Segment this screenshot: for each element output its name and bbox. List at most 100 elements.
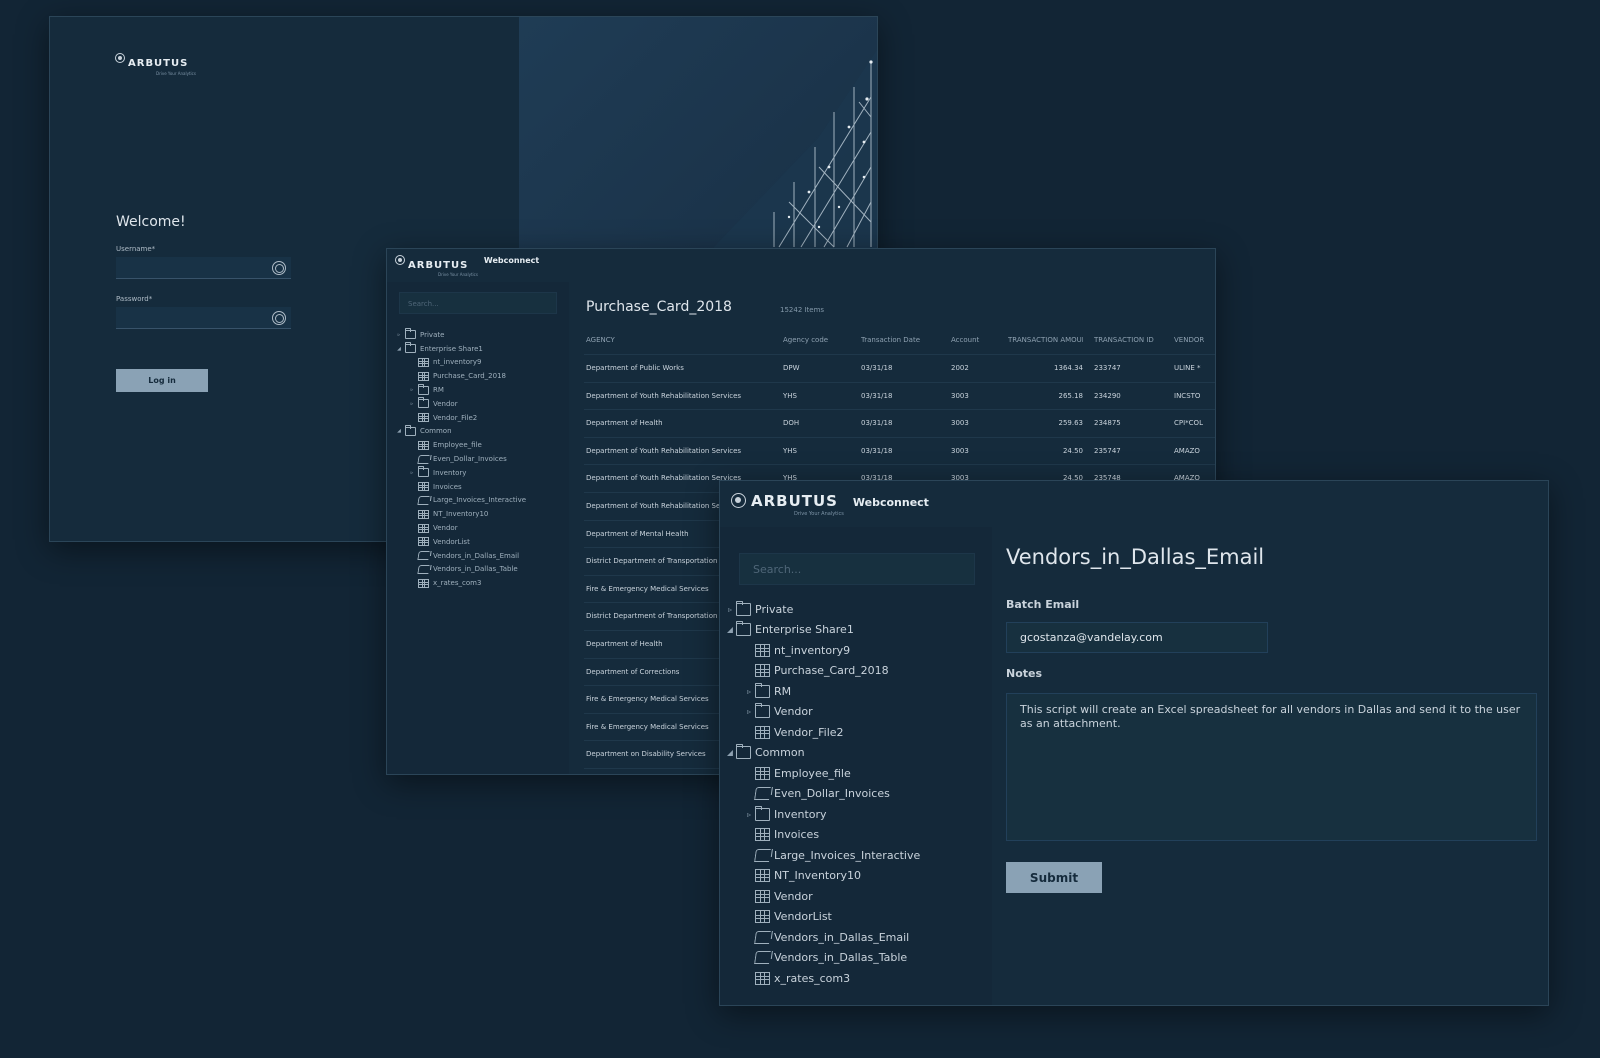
expand-toggle-icon[interactable]: ▹ <box>406 387 418 393</box>
folder-icon <box>736 600 751 616</box>
login-button[interactable]: Log in <box>116 369 208 392</box>
script-icon <box>417 551 430 561</box>
tree-item[interactable]: Large_Invoices_Interactive <box>393 494 526 508</box>
tree-item[interactable]: x_rates_com3 <box>724 968 920 989</box>
expand-toggle-icon[interactable]: ◢ <box>724 625 736 634</box>
tree-item[interactable]: Large_Invoices_Interactive <box>724 845 920 866</box>
table-icon <box>418 371 429 381</box>
tree-item[interactable]: VendorList <box>724 907 920 928</box>
brand-logo: ARBUTUS Drive Your Analytics <box>115 51 196 76</box>
expand-toggle-icon[interactable]: ◢ <box>724 748 736 757</box>
tree-item[interactable]: Invoices <box>393 480 526 494</box>
expand-toggle-icon[interactable]: ◢ <box>393 428 405 434</box>
tree-item[interactable]: ▹ RM <box>393 383 526 397</box>
tree-item[interactable]: Vendors_in_Dallas_Email <box>393 549 526 563</box>
column-header[interactable]: Transaction Date <box>861 325 946 355</box>
tree-item[interactable]: x_rates_com3 <box>393 576 526 590</box>
submit-button[interactable]: Submit <box>1006 862 1102 893</box>
tree-item[interactable]: ▹ RM <box>724 681 920 702</box>
expand-toggle-icon[interactable]: ▹ <box>743 687 755 696</box>
column-header[interactable]: VENDOR <box>1174 325 1215 355</box>
table-cell: 234875 <box>1094 419 1121 428</box>
expand-toggle-icon[interactable]: ◢ <box>393 346 405 352</box>
table-icon <box>418 413 429 423</box>
notes-textarea[interactable]: This script will create an Excel spreads… <box>1006 693 1537 841</box>
tree-item[interactable]: ◢ Enterprise Share1 <box>724 620 920 641</box>
tree-item[interactable]: VendorList <box>393 535 526 549</box>
tree-item[interactable]: ◢ Common <box>724 743 920 764</box>
tree-item[interactable]: Even_Dollar_Invoices <box>393 452 526 466</box>
tree-item[interactable]: NT_Inventory10 <box>724 866 920 887</box>
column-header[interactable]: Agency code <box>783 325 853 355</box>
tree-item[interactable]: nt_inventory9 <box>393 356 526 370</box>
tree-item[interactable]: Purchase_Card_2018 <box>393 369 526 383</box>
fingerprint-icon[interactable] <box>272 311 286 325</box>
search-input[interactable]: Search... <box>739 553 975 585</box>
tree-item[interactable]: Invoices <box>724 825 920 846</box>
tree-item-label: x_rates_com3 <box>433 579 482 588</box>
table-row[interactable]: Department of Health DOH 03/31/18 3003 259.6… <box>584 410 1215 438</box>
tree-item-label: Vendors_in_Dallas_Table <box>774 951 908 965</box>
table-cell: 3003 <box>951 446 969 455</box>
expand-toggle-icon[interactable]: ▹ <box>724 605 736 614</box>
table-row[interactable]: Department of Public Works DPW 03/31/18 200… <box>584 355 1215 383</box>
folder-icon <box>736 621 751 637</box>
tree-item[interactable]: Employee_file <box>724 763 920 784</box>
table-cell: 1364.34 <box>1054 364 1083 372</box>
tree-item[interactable]: NT_Inventory10 <box>393 507 526 521</box>
script-icon <box>417 495 430 505</box>
tree-item[interactable]: nt_inventory9 <box>724 640 920 661</box>
tree-item[interactable]: ◢ Common <box>393 424 526 439</box>
username-field[interactable] <box>116 257 291 279</box>
tree-item[interactable]: ▹ Inventory <box>724 804 920 825</box>
tree-item[interactable]: ▹ Vendor <box>724 702 920 723</box>
tree-item[interactable]: ◢ Enterprise Share1 <box>393 342 526 356</box>
tree-item[interactable]: Employee_file <box>393 438 526 452</box>
folder-icon <box>405 328 416 340</box>
table-cell: 03/31/18 <box>861 419 893 428</box>
table-row[interactable]: Department of Youth Rehabilitation Servi… <box>584 383 1215 411</box>
column-header[interactable]: TRANSACTION ID <box>1094 325 1169 355</box>
tree-item[interactable]: ▹ Private <box>393 328 526 342</box>
tree-item[interactable]: Vendors_in_Dallas_Email <box>724 927 920 948</box>
tree-item[interactable]: Vendors_in_Dallas_Table <box>393 563 526 577</box>
tree-item[interactable]: Vendor <box>393 521 526 535</box>
tree-item[interactable]: ▹ Private <box>724 599 920 620</box>
expand-toggle-icon[interactable]: ▹ <box>743 810 755 819</box>
table-cell: 259.63 <box>1058 419 1084 428</box>
tree-item[interactable]: Even_Dollar_Invoices <box>724 784 920 805</box>
fingerprint-icon[interactable] <box>272 261 286 275</box>
tree-item[interactable]: Vendors_in_Dallas_Table <box>724 948 920 969</box>
tree-item-label: Large_Invoices_Interactive <box>433 496 527 505</box>
column-header[interactable]: AGENCY <box>586 325 776 355</box>
tree-item[interactable]: Vendor <box>724 886 920 907</box>
folder-icon <box>418 466 429 478</box>
search-input[interactable]: Search... <box>399 292 557 314</box>
column-header[interactable]: Account <box>951 325 1006 355</box>
table-icon <box>418 509 429 519</box>
expand-toggle-icon[interactable]: ▹ <box>743 707 755 716</box>
tree-item-label: Purchase_Card_2018 <box>774 664 889 678</box>
script-icon <box>417 454 430 464</box>
table-row[interactable]: Department of Youth Rehabilitation Servi… <box>584 438 1215 466</box>
password-field[interactable] <box>116 307 291 329</box>
tree-item[interactable]: ▹ Vendor <box>393 397 526 411</box>
table-cell: Department of Youth Rehabilitation Servi… <box>586 391 742 400</box>
expand-toggle-icon[interactable]: ▹ <box>393 332 405 338</box>
batch-email-field[interactable] <box>1006 622 1268 653</box>
expand-toggle-icon[interactable]: ▹ <box>406 470 418 476</box>
batch-email-label: Batch Email <box>1006 598 1080 611</box>
table-cell: AMAZO <box>1174 446 1200 455</box>
page-title: Purchase_Card_2018 <box>586 299 732 315</box>
column-header[interactable]: TRANSACTION AMOUNT <box>1008 325 1083 355</box>
tree-item[interactable]: ▹ Inventory <box>393 466 526 480</box>
tree-item[interactable]: Vendor_File2 <box>724 722 920 743</box>
folder-icon <box>755 805 770 821</box>
table-cell: DOH <box>783 419 800 428</box>
table-icon <box>418 523 429 533</box>
tree-item-label: Private <box>755 602 794 616</box>
tree-item[interactable]: Purchase_Card_2018 <box>724 661 920 682</box>
tree-item[interactable]: Vendor_File2 <box>393 411 526 425</box>
table-cell: Department of Public Works <box>586 364 684 372</box>
expand-toggle-icon[interactable]: ▹ <box>406 401 418 407</box>
